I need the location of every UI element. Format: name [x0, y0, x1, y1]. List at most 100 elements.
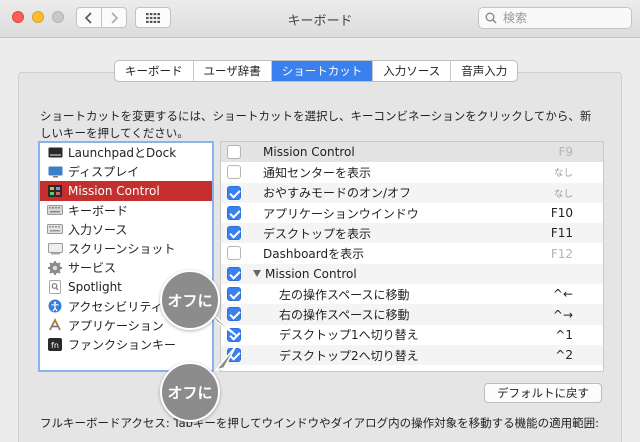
category-input-sources[interactable]: 入力ソース	[40, 220, 212, 239]
shortcut-key[interactable]: なし	[554, 165, 573, 179]
show-all-button[interactable]	[135, 7, 171, 28]
display-icon	[47, 166, 63, 178]
category-label: 入力ソース	[68, 222, 128, 237]
shortcut-label: Dashboardを表示	[263, 247, 365, 262]
shortcut-label: アプリケーションウインドウ	[263, 206, 419, 221]
shortcut-label: 通知センターを表示	[263, 165, 372, 180]
forward-button[interactable]	[101, 7, 127, 28]
disclosure-triangle-icon[interactable]	[253, 269, 261, 277]
category-keyboard[interactable]: キーボード	[40, 201, 212, 220]
shortcut-checkbox[interactable]	[227, 226, 241, 241]
callout-pointer	[213, 345, 237, 372]
title-bar: キーボード	[0, 0, 640, 38]
shortcut-label: おやすみモードのオン/オフ	[263, 186, 412, 201]
instructions-text: ショートカットを変更するには、ショートカットを選択し、キーコンビネーションをクリ…	[40, 109, 592, 140]
shortcut-checkbox[interactable]	[227, 205, 241, 220]
category-display[interactable]: ディスプレイ	[40, 162, 212, 181]
shortcut-key[interactable]: F11	[551, 226, 573, 240]
window-title: キーボード	[287, 14, 353, 29]
search-icon	[485, 12, 497, 24]
svg-text:fn: fn	[51, 341, 59, 350]
shortcut-label: 左の操作スペースに移動	[279, 287, 410, 302]
shortcut-checkbox[interactable]	[227, 287, 241, 302]
shortcut-checkbox[interactable]	[227, 185, 241, 200]
category-list: LaunchpadとDock ディスプレイ Mission Control キー…	[38, 141, 214, 372]
category-launchpad-dock[interactable]: LaunchpadとDock	[40, 143, 212, 162]
grid-icon	[146, 12, 160, 23]
shortcut-key[interactable]: F10	[551, 206, 573, 220]
shortcut-row[interactable]: Dashboardを表示 F12	[221, 243, 603, 263]
shortcut-label: デスクトップ2へ切り替え	[279, 348, 419, 363]
shortcut-row[interactable]: 通知センターを表示 なし	[221, 162, 603, 182]
shortcut-checkbox[interactable]	[227, 165, 241, 180]
category-label: スクリーンショット	[68, 242, 176, 257]
function-key-icon: fn	[47, 337, 63, 351]
category-label: ファンクションキー	[68, 337, 177, 352]
tab-bar: キーボード ユーザ辞書 ショートカット 入力ソース 音声入力	[114, 60, 519, 82]
category-label: アクセシビリティ	[68, 299, 163, 314]
shortcut-key[interactable]: F9	[558, 145, 573, 159]
screenshot-icon	[47, 242, 63, 255]
category-label: アプリケーション	[68, 318, 164, 333]
tab-dictation[interactable]: 音声入力	[451, 61, 517, 81]
shortcut-row[interactable]: アプリケーションウインドウ F10	[221, 203, 603, 223]
spotlight-icon	[47, 279, 63, 294]
shortcut-row[interactable]: 左の操作スペースに移動 ^←	[221, 284, 603, 304]
shortcut-key[interactable]: ^→	[553, 308, 573, 322]
shortcut-checkbox[interactable]	[227, 266, 241, 281]
shortcut-key[interactable]: ^2	[555, 348, 573, 362]
category-function-keys[interactable]: fn ファンクションキー	[40, 335, 212, 354]
callout-bubble: オフに	[160, 270, 220, 330]
shortcut-label: デスクトップを表示	[263, 226, 372, 241]
category-screenshots[interactable]: スクリーンショット	[40, 239, 212, 258]
shortcut-row[interactable]: おやすみモードのオン/オフ なし	[221, 182, 603, 203]
shortcut-checkbox[interactable]	[227, 145, 241, 159]
search-field[interactable]	[478, 7, 632, 29]
shortcut-row[interactable]: デスクトップ2へ切り替え ^2	[221, 344, 603, 366]
category-label: Spotlight	[68, 279, 122, 294]
category-mission-control[interactable]: Mission Control	[40, 181, 212, 201]
callout-bubble: オフに	[160, 362, 220, 422]
tab-input-sources[interactable]: 入力ソース	[373, 61, 452, 81]
tab-keyboard[interactable]: キーボード	[115, 61, 194, 81]
tab-shortcuts[interactable]: ショートカット	[271, 61, 374, 81]
back-button[interactable]	[76, 7, 102, 28]
shortcut-key[interactable]: ^1	[555, 328, 573, 342]
input-source-icon	[47, 223, 63, 235]
category-label: LaunchpadとDock	[68, 146, 177, 161]
category-label: キーボード	[68, 203, 129, 218]
category-label: サービス	[68, 261, 117, 276]
close-window-button[interactable]	[12, 11, 24, 23]
chevron-left-icon	[85, 11, 92, 24]
shortcut-key[interactable]: F12	[551, 247, 573, 261]
group-label-text: Mission Control	[265, 266, 357, 281]
shortcut-table: Mission Control F9 通知センターを表示 なし おやすみモードの…	[220, 141, 604, 372]
category-label: Mission Control	[68, 183, 160, 198]
shortcut-row[interactable]: デスクトップを表示 F11	[221, 223, 603, 244]
shortcut-key[interactable]: ^←	[553, 287, 573, 301]
shortcut-label: Mission Control	[263, 145, 355, 160]
chevron-right-icon	[111, 11, 118, 24]
search-input[interactable]	[503, 11, 623, 25]
minimize-window-button[interactable]	[32, 11, 44, 23]
category-label: ディスプレイ	[68, 165, 140, 180]
shortcut-row[interactable]: 右の操作スペースに移動 ^→	[221, 304, 603, 325]
mission-control-icon	[47, 184, 63, 197]
shortcut-checkbox[interactable]	[227, 246, 241, 261]
shortcut-group-mission-control[interactable]: Mission Control	[221, 263, 603, 285]
full-keyboard-access-text: フルキーボードアクセス: Tabキーを押してウインドウやダイアログ内の操作対象を…	[40, 416, 599, 430]
zoom-window-button[interactable]	[52, 11, 64, 23]
accessibility-icon	[47, 299, 63, 313]
restore-defaults-button[interactable]: デフォルトに戻す	[484, 383, 602, 403]
services-gear-icon	[47, 260, 63, 275]
shortcut-key[interactable]: なし	[554, 186, 573, 200]
shortcut-row-mission-control[interactable]: Mission Control F9	[221, 142, 603, 163]
shortcut-label: 右の操作スペースに移動	[279, 308, 410, 323]
keyboard-icon	[47, 204, 63, 216]
launchpad-dock-icon	[47, 147, 63, 159]
shortcut-group-label: Mission Control	[253, 267, 357, 281]
applications-icon	[47, 318, 63, 331]
tab-user-dictionary[interactable]: ユーザ辞書	[194, 61, 272, 81]
shortcut-label: デスクトップ1へ切り替え	[279, 328, 419, 343]
shortcut-row[interactable]: デスクトップ1へ切り替え ^1	[221, 325, 603, 345]
